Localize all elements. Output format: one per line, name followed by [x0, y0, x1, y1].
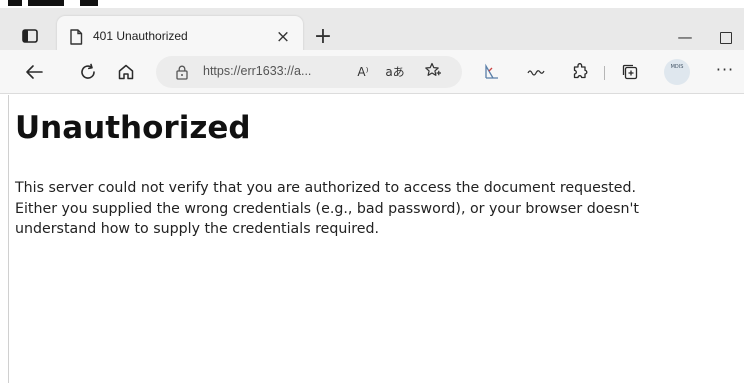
home-button[interactable] [112, 58, 140, 86]
error-message-line: This server could not verify that you ar… [15, 180, 637, 196]
new-tab-button[interactable]: + [310, 25, 336, 51]
browser-toolbar: https://err1633://a... A⁾ aあ MDIS ··· [0, 50, 744, 94]
read-aloud-button[interactable]: A⁾ [352, 62, 374, 82]
extension-draw-button[interactable] [478, 58, 506, 86]
minimize-button[interactable]: — [672, 26, 698, 50]
error-message: This server could not verify that you ar… [15, 178, 735, 240]
extension-scribble-button[interactable] [522, 58, 550, 86]
extension-draw-icon [485, 63, 498, 79]
home-icon [118, 64, 134, 80]
page-title: Unauthorized [15, 110, 251, 146]
page-content: Unauthorized This server could not verif… [8, 95, 744, 383]
translate-button[interactable]: aあ [384, 62, 406, 82]
refresh-icon [81, 63, 95, 79]
error-message-line: understand how to supply the credentials… [15, 221, 380, 237]
toolbar-divider [604, 66, 605, 80]
extension-icon [573, 63, 588, 79]
error-message-line: Either you supplied the wrong credential… [15, 200, 639, 217]
profile-chip-text: MDIS [670, 64, 684, 70]
extensions-button[interactable] [566, 58, 594, 86]
maximize-button[interactable] [720, 32, 732, 44]
cropped-edge [8, 0, 22, 6]
settings-more-button[interactable]: ··· [710, 60, 740, 84]
collections-icon [622, 64, 638, 80]
favorite-button[interactable] [422, 62, 444, 82]
profile-extension-chip[interactable]: MDIS [664, 59, 690, 85]
favorite-star-icon [425, 62, 441, 76]
refresh-button[interactable] [74, 58, 102, 86]
tab-actions-icon [22, 29, 38, 43]
top-strip [0, 0, 744, 8]
tab-title: 401 Unauthorized [93, 29, 188, 43]
cropped-edge [80, 0, 98, 6]
cropped-edge [28, 0, 64, 6]
page-icon [67, 28, 85, 46]
close-tab-button[interactable]: × [271, 25, 295, 49]
tab-actions-button[interactable] [16, 24, 44, 48]
collections-button[interactable] [616, 58, 644, 86]
address-bar[interactable]: https://err1633://a... A⁾ aあ [156, 56, 462, 88]
url-text: https://err1633://a... [203, 64, 312, 78]
lock-icon[interactable] [174, 64, 190, 80]
back-button[interactable] [20, 58, 48, 86]
extension-scribble-icon [527, 70, 545, 76]
back-arrow-icon [26, 65, 43, 79]
